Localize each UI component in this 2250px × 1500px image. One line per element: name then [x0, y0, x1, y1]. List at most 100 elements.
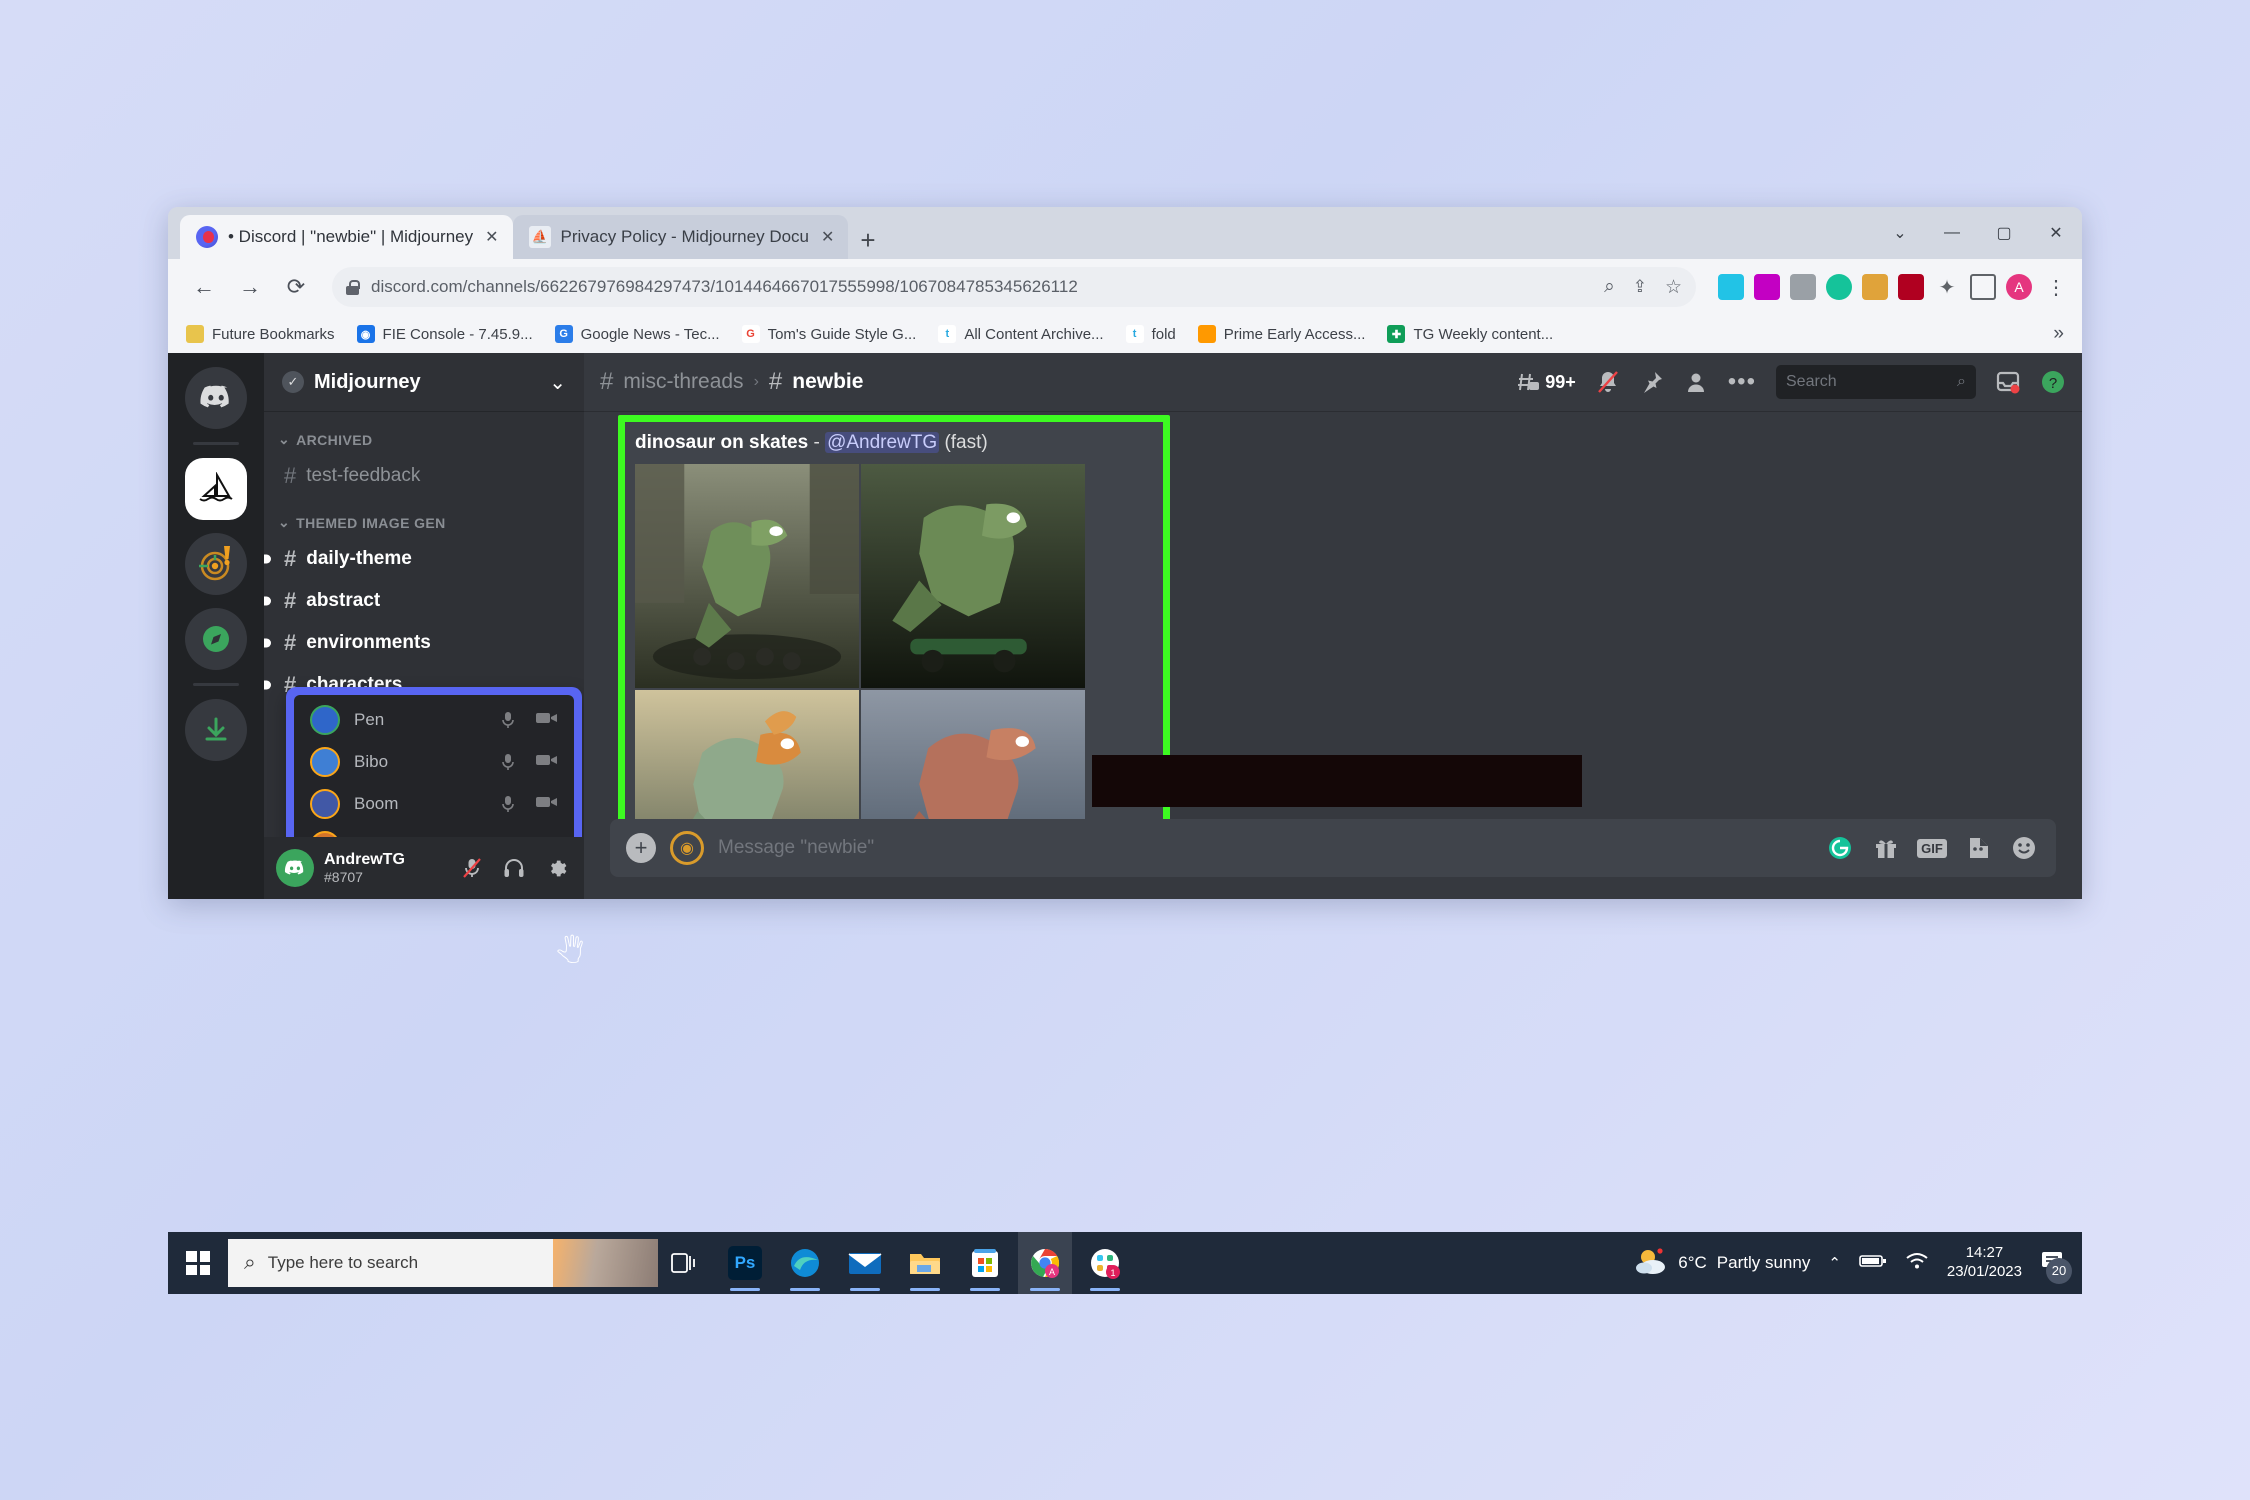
- close-window-button[interactable]: ✕: [2030, 207, 2082, 259]
- browser-tab-privacy-policy[interactable]: ⛵ Privacy Policy - Midjourney Docu ✕: [512, 215, 849, 259]
- star-icon[interactable]: ☆: [1665, 276, 1682, 299]
- close-icon[interactable]: ✕: [483, 227, 500, 247]
- taskbar-search-input[interactable]: ⌕ Type here to search: [228, 1239, 658, 1287]
- voice-user-row[interactable]: Boom: [294, 783, 574, 825]
- threads-icon[interactable]: 99+: [1518, 372, 1576, 393]
- grid-image-4[interactable]: [861, 690, 1085, 819]
- channel-environments[interactable]: # environments: [264, 623, 574, 663]
- user-identity[interactable]: AndrewTG #8707: [324, 851, 446, 885]
- download-apps-button[interactable]: [185, 699, 247, 761]
- profile-avatar[interactable]: A: [2006, 274, 2032, 300]
- notification-center-button[interactable]: 20: [2040, 1249, 2072, 1284]
- new-tab-button[interactable]: +: [860, 227, 875, 253]
- grid-image-1[interactable]: [635, 464, 859, 688]
- bookmark-item[interactable]: Prime Early Access...: [1197, 325, 1365, 343]
- minimize-button[interactable]: —: [1926, 207, 1978, 259]
- side-panel-icon[interactable]: [1970, 274, 1996, 300]
- bookmark-item[interactable]: G Google News - Tec...: [554, 325, 720, 343]
- pin-icon[interactable]: [1640, 370, 1664, 394]
- microphone-icon[interactable]: [500, 795, 522, 813]
- breadcrumb-parent-channel[interactable]: misc-threads: [623, 370, 743, 394]
- bookmark-item[interactable]: t fold: [1125, 325, 1176, 343]
- wifi-icon[interactable]: [1905, 1252, 1929, 1275]
- voice-user-row[interactable]: Bonbon: [294, 825, 574, 837]
- video-camera-icon[interactable]: [536, 711, 558, 729]
- taskbar-app-mail[interactable]: [838, 1232, 892, 1294]
- microphone-muted-icon[interactable]: [456, 852, 488, 884]
- more-ellipsis-icon[interactable]: •••: [1728, 368, 1756, 396]
- chevron-down-icon[interactable]: ⌄: [1874, 207, 1926, 259]
- grammarly-icon[interactable]: ◉: [670, 831, 704, 865]
- grammarly-extension-icon[interactable]: [1826, 274, 1852, 300]
- microphone-icon[interactable]: [500, 711, 522, 729]
- grid-image-2[interactable]: [861, 464, 1085, 688]
- kebab-menu-icon[interactable]: ⋮: [2042, 275, 2066, 300]
- bookmarks-overflow-button[interactable]: »: [2053, 323, 2064, 345]
- gift-icon[interactable]: [1870, 833, 1902, 863]
- e-extension-icon[interactable]: [1754, 274, 1780, 300]
- add-attachment-icon[interactable]: +: [626, 833, 656, 863]
- channel-daily-theme[interactable]: # daily-theme: [264, 539, 574, 579]
- members-icon[interactable]: [1684, 370, 1708, 394]
- generated-image-grid[interactable]: [635, 464, 1085, 819]
- taskbar-app-microsoft-store[interactable]: [958, 1232, 1012, 1294]
- maximize-button[interactable]: ▢: [1978, 207, 2030, 259]
- search-input[interactable]: Search ⌕: [1776, 365, 1976, 399]
- close-icon[interactable]: ✕: [819, 227, 836, 247]
- weather-widget[interactable]: 6°C Partly sunny: [1634, 1246, 1810, 1281]
- headphones-icon[interactable]: [498, 852, 530, 884]
- server-target[interactable]: [185, 533, 247, 595]
- grid-image-3[interactable]: [635, 690, 859, 819]
- user-mention[interactable]: @AndrewTG: [825, 432, 940, 453]
- grammarly-status-icon[interactable]: [1824, 833, 1856, 863]
- video-camera-icon[interactable]: [536, 753, 558, 771]
- bookmark-item[interactable]: t All Content Archive...: [938, 325, 1104, 343]
- chevron-down-icon[interactable]: ⌄: [549, 370, 566, 395]
- message-composer[interactable]: + ◉ Message "newbie" GIF: [610, 819, 2056, 877]
- server-midjourney[interactable]: [185, 458, 247, 520]
- message-input[interactable]: Message "newbie": [718, 837, 1810, 859]
- taskbar-app-photoshop[interactable]: Ps: [718, 1232, 772, 1294]
- browser-tab-discord[interactable]: • Discord | "newbie" | Midjourney ✕: [180, 215, 513, 259]
- search-icon[interactable]: ⌕: [1604, 276, 1615, 298]
- share-icon[interactable]: ⇪: [1633, 277, 1647, 297]
- bookmark-item[interactable]: ✚ TG Weekly content...: [1387, 325, 1553, 343]
- clock[interactable]: 14:27 23/01/2023: [1947, 1244, 2022, 1282]
- tray-chevron-icon[interactable]: ⌃: [1828, 1254, 1841, 1272]
- category-themed-image-gen[interactable]: ⌄ THEMED IMAGE GEN: [264, 498, 584, 537]
- taskbar-app-file-explorer[interactable]: [898, 1232, 952, 1294]
- bell-muted-icon[interactable]: [1596, 370, 1620, 394]
- sticker-icon[interactable]: [1962, 833, 1994, 863]
- back-button[interactable]: ←: [184, 267, 224, 307]
- reload-button[interactable]: ⟳: [276, 267, 316, 307]
- explore-servers-button[interactable]: [185, 608, 247, 670]
- channel-test-feedback[interactable]: # test-feedback: [274, 456, 574, 496]
- url-input[interactable]: discord.com/channels/662267976984297473/…: [332, 267, 1696, 307]
- bookmark-item[interactable]: Future Bookmarks: [186, 325, 335, 343]
- task-view-icon[interactable]: [658, 1232, 710, 1294]
- taskbar-app-slack[interactable]: 1: [1078, 1232, 1132, 1294]
- guild-header[interactable]: ✓ Midjourney ⌄: [264, 353, 584, 411]
- video-camera-icon[interactable]: [536, 795, 558, 813]
- battery-icon[interactable]: [1859, 1253, 1887, 1274]
- home-dm-button[interactable]: [185, 367, 247, 429]
- avatar[interactable]: [276, 849, 314, 887]
- link-extension-icon[interactable]: [1718, 274, 1744, 300]
- gear-icon[interactable]: [540, 852, 572, 884]
- bookmark-item[interactable]: G Tom's Guide Style G...: [741, 325, 916, 343]
- gif-button[interactable]: GIF: [1916, 833, 1948, 863]
- forward-button[interactable]: →: [230, 267, 270, 307]
- grey-extension-icon[interactable]: [1790, 274, 1816, 300]
- help-circle-icon[interactable]: ?: [2040, 369, 2066, 395]
- camel-extension-icon[interactable]: [1862, 274, 1888, 300]
- voice-user-row[interactable]: Bibo: [294, 741, 574, 783]
- taskbar-app-google-chrome[interactable]: A: [1018, 1232, 1072, 1294]
- bookmark-item[interactable]: ◉ FIE Console - 7.45.9...: [356, 325, 533, 343]
- start-button[interactable]: [168, 1232, 228, 1294]
- puzzle-extension-icon[interactable]: ✦: [1934, 274, 1960, 300]
- channel-abstract[interactable]: # abstract: [264, 581, 574, 621]
- i-extension-icon[interactable]: [1898, 274, 1924, 300]
- voice-user-row[interactable]: Pen: [294, 699, 574, 741]
- microphone-icon[interactable]: [500, 753, 522, 771]
- category-archived[interactable]: ⌄ ARCHIVED: [264, 415, 584, 454]
